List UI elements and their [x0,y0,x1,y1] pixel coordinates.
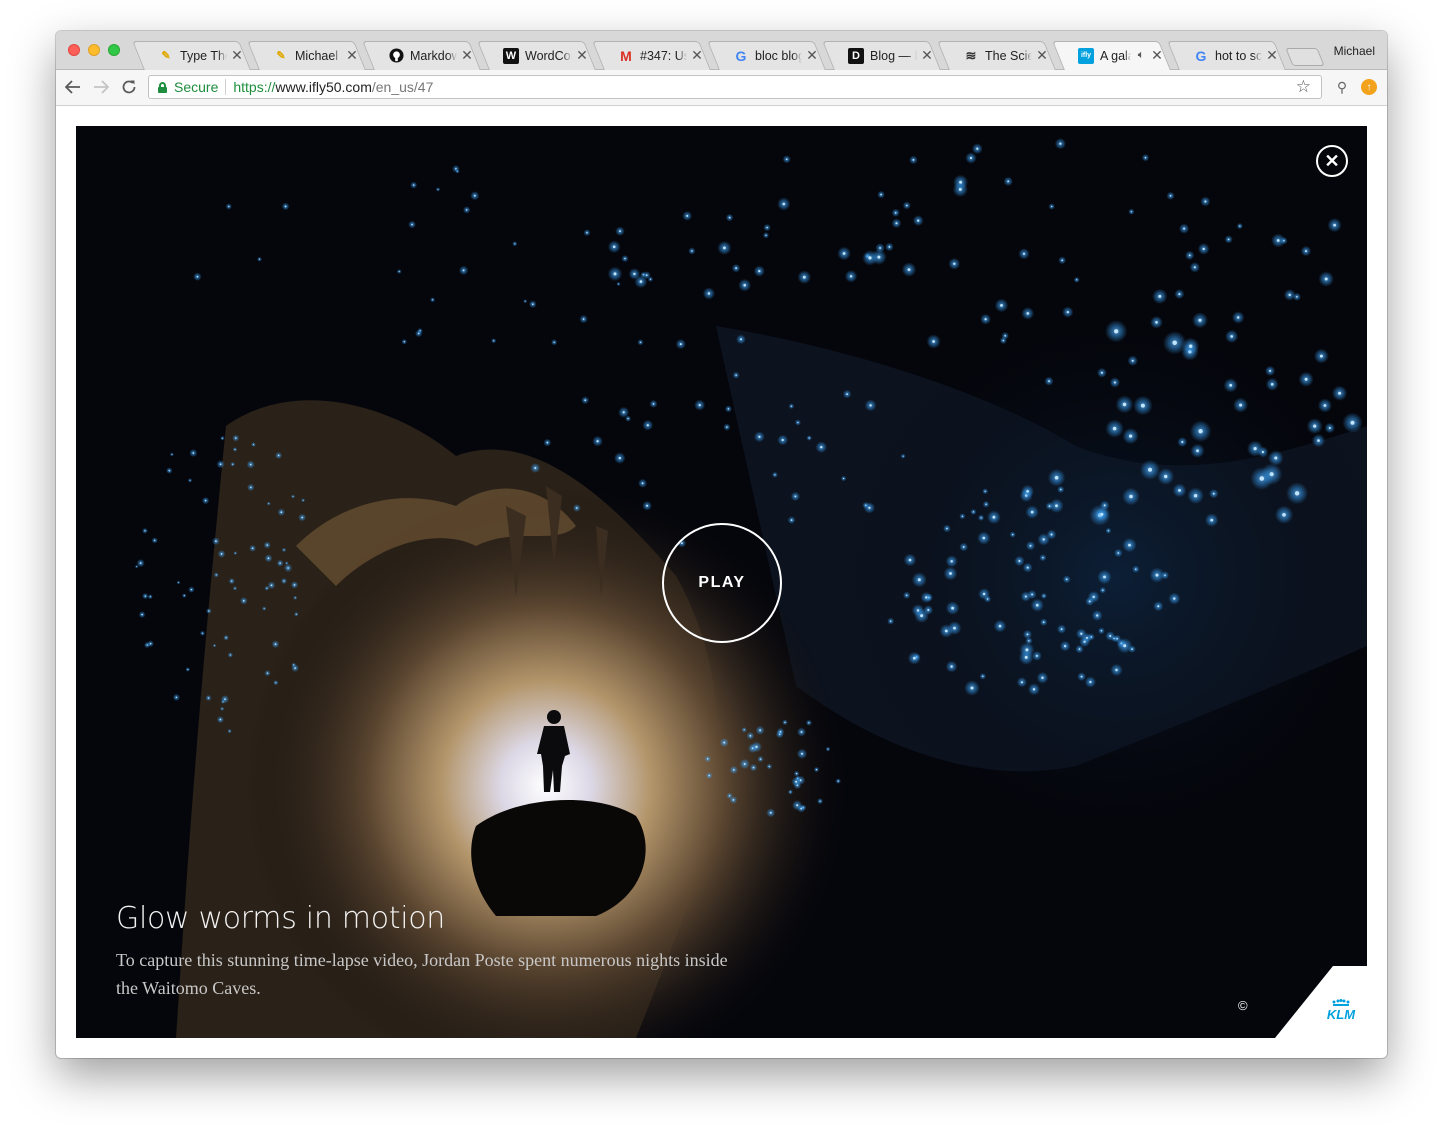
tab-close-icon[interactable]: ✕ [1266,47,1278,64]
speaker-icon[interactable]: 🔈︎ [1135,49,1147,62]
url-path: /en_us/47 [371,79,434,95]
tab-title: Blog — Da [870,48,917,63]
tab-title: The Scienc [985,48,1032,63]
tab-title: #347: Usin [640,48,687,63]
wordcounter-icon: W [503,47,519,64]
forward-arrow-icon [94,80,109,94]
forward-button[interactable] [90,76,112,98]
gmail-icon: M [620,47,632,64]
tab-hot-to-screen[interactable]: G hot to scre ✕ [1171,41,1286,70]
reload-icon [122,80,136,94]
browser-window: ✎ Type Theme ✕ ✎ Michael Fo ✕ Markdown ✕… [56,31,1387,1058]
tab-close-icon[interactable]: ✕ [231,47,243,64]
tab-close-icon[interactable]: ✕ [921,47,933,64]
tab-title: Michael Fo [295,48,342,63]
tab-strip: ✎ Type Theme ✕ ✎ Michael Fo ✕ Markdown ✕… [56,31,1387,70]
tab-wordcount[interactable]: W WordCount ✕ [481,41,596,70]
video-title: Glow worms in motion [116,901,446,936]
tab-title: bloc blog - [755,48,802,63]
zoom-window-button[interactable] [108,44,120,56]
layers-icon: ≋ [965,47,977,63]
tab-gmail[interactable]: M #347: Usin ✕ [596,41,711,70]
close-window-button[interactable] [68,44,80,56]
tab-a-galaxy[interactable]: ifly A galaxy 🔈︎ ✕ [1056,41,1171,70]
tab-close-icon[interactable]: ✕ [461,47,473,64]
klm-crown-icon [1332,999,1350,1006]
url-scheme: https:// [233,79,276,95]
google-icon: G [735,47,747,64]
browser-toolbar: Secure https://www.ifly50.com/en_us/47 ☆… [56,70,1387,106]
extension-upload-icon[interactable]: ↑ [1361,79,1377,95]
klm-logo[interactable]: KLM [1321,1007,1361,1022]
tab-close-icon[interactable]: ✕ [806,47,818,64]
close-icon: ✕ [1324,151,1340,171]
tab-bloc-blog[interactable]: G bloc blog - ✕ [711,41,826,70]
profile-name[interactable]: Michael [1334,44,1375,58]
tab-title: hot to scre [1215,48,1262,63]
back-button[interactable] [62,76,84,98]
minimize-window-button[interactable] [88,44,100,56]
tab-close-icon[interactable]: ✕ [346,47,358,64]
tab-close-icon[interactable]: ✕ [691,47,703,64]
divider [225,79,227,95]
github-icon [388,48,404,64]
new-tab-button[interactable] [1285,48,1325,66]
tab-title: Markdown [410,48,457,63]
lock-icon [158,81,167,93]
tab-title: A galaxy [1100,48,1131,63]
play-button[interactable]: PLAY [662,523,782,643]
back-arrow-icon [65,80,80,94]
tab-close-icon[interactable]: ✕ [1036,47,1048,64]
tab-markdown[interactable]: Markdown ✕ [366,41,481,70]
video-description: To capture this stunning time-lapse vide… [116,950,728,998]
extension-search-icon[interactable]: ⚲ [1333,79,1351,97]
d-icon: D [848,47,864,64]
copyright-icon[interactable]: © [1238,998,1248,1013]
tab-title: WordCount [525,48,572,63]
ifly-icon: ifly [1078,47,1094,64]
tab-title: Type Theme [180,48,227,63]
tab-michael[interactable]: ✎ Michael Fo ✕ [251,41,366,70]
tab-close-icon[interactable]: ✕ [1151,47,1163,64]
pencil-icon: ✎ [161,50,171,62]
tab-blog-da[interactable]: D Blog — Da ✕ [826,41,941,70]
security-label[interactable]: Secure [174,79,218,95]
reload-button[interactable] [118,76,140,98]
pencil-icon: ✎ [276,50,286,62]
video-overlay: ✕ PLAY Glow worms in motion To capture t… [76,126,1367,1038]
bookmark-star-icon[interactable]: ☆ [1296,77,1311,97]
address-bar[interactable]: Secure https://www.ifly50.com/en_us/47 ☆ [148,75,1322,99]
tab-close-icon[interactable]: ✕ [576,47,588,64]
klm-corner-badge [1275,966,1367,1038]
google-icon: G [1195,47,1207,64]
tab-the-science[interactable]: ≋ The Scienc ✕ [941,41,1056,70]
url-host: www.ifly50.com [275,79,372,95]
close-overlay-button[interactable]: ✕ [1316,145,1348,177]
tab-type-theme[interactable]: ✎ Type Theme ✕ [136,41,251,70]
